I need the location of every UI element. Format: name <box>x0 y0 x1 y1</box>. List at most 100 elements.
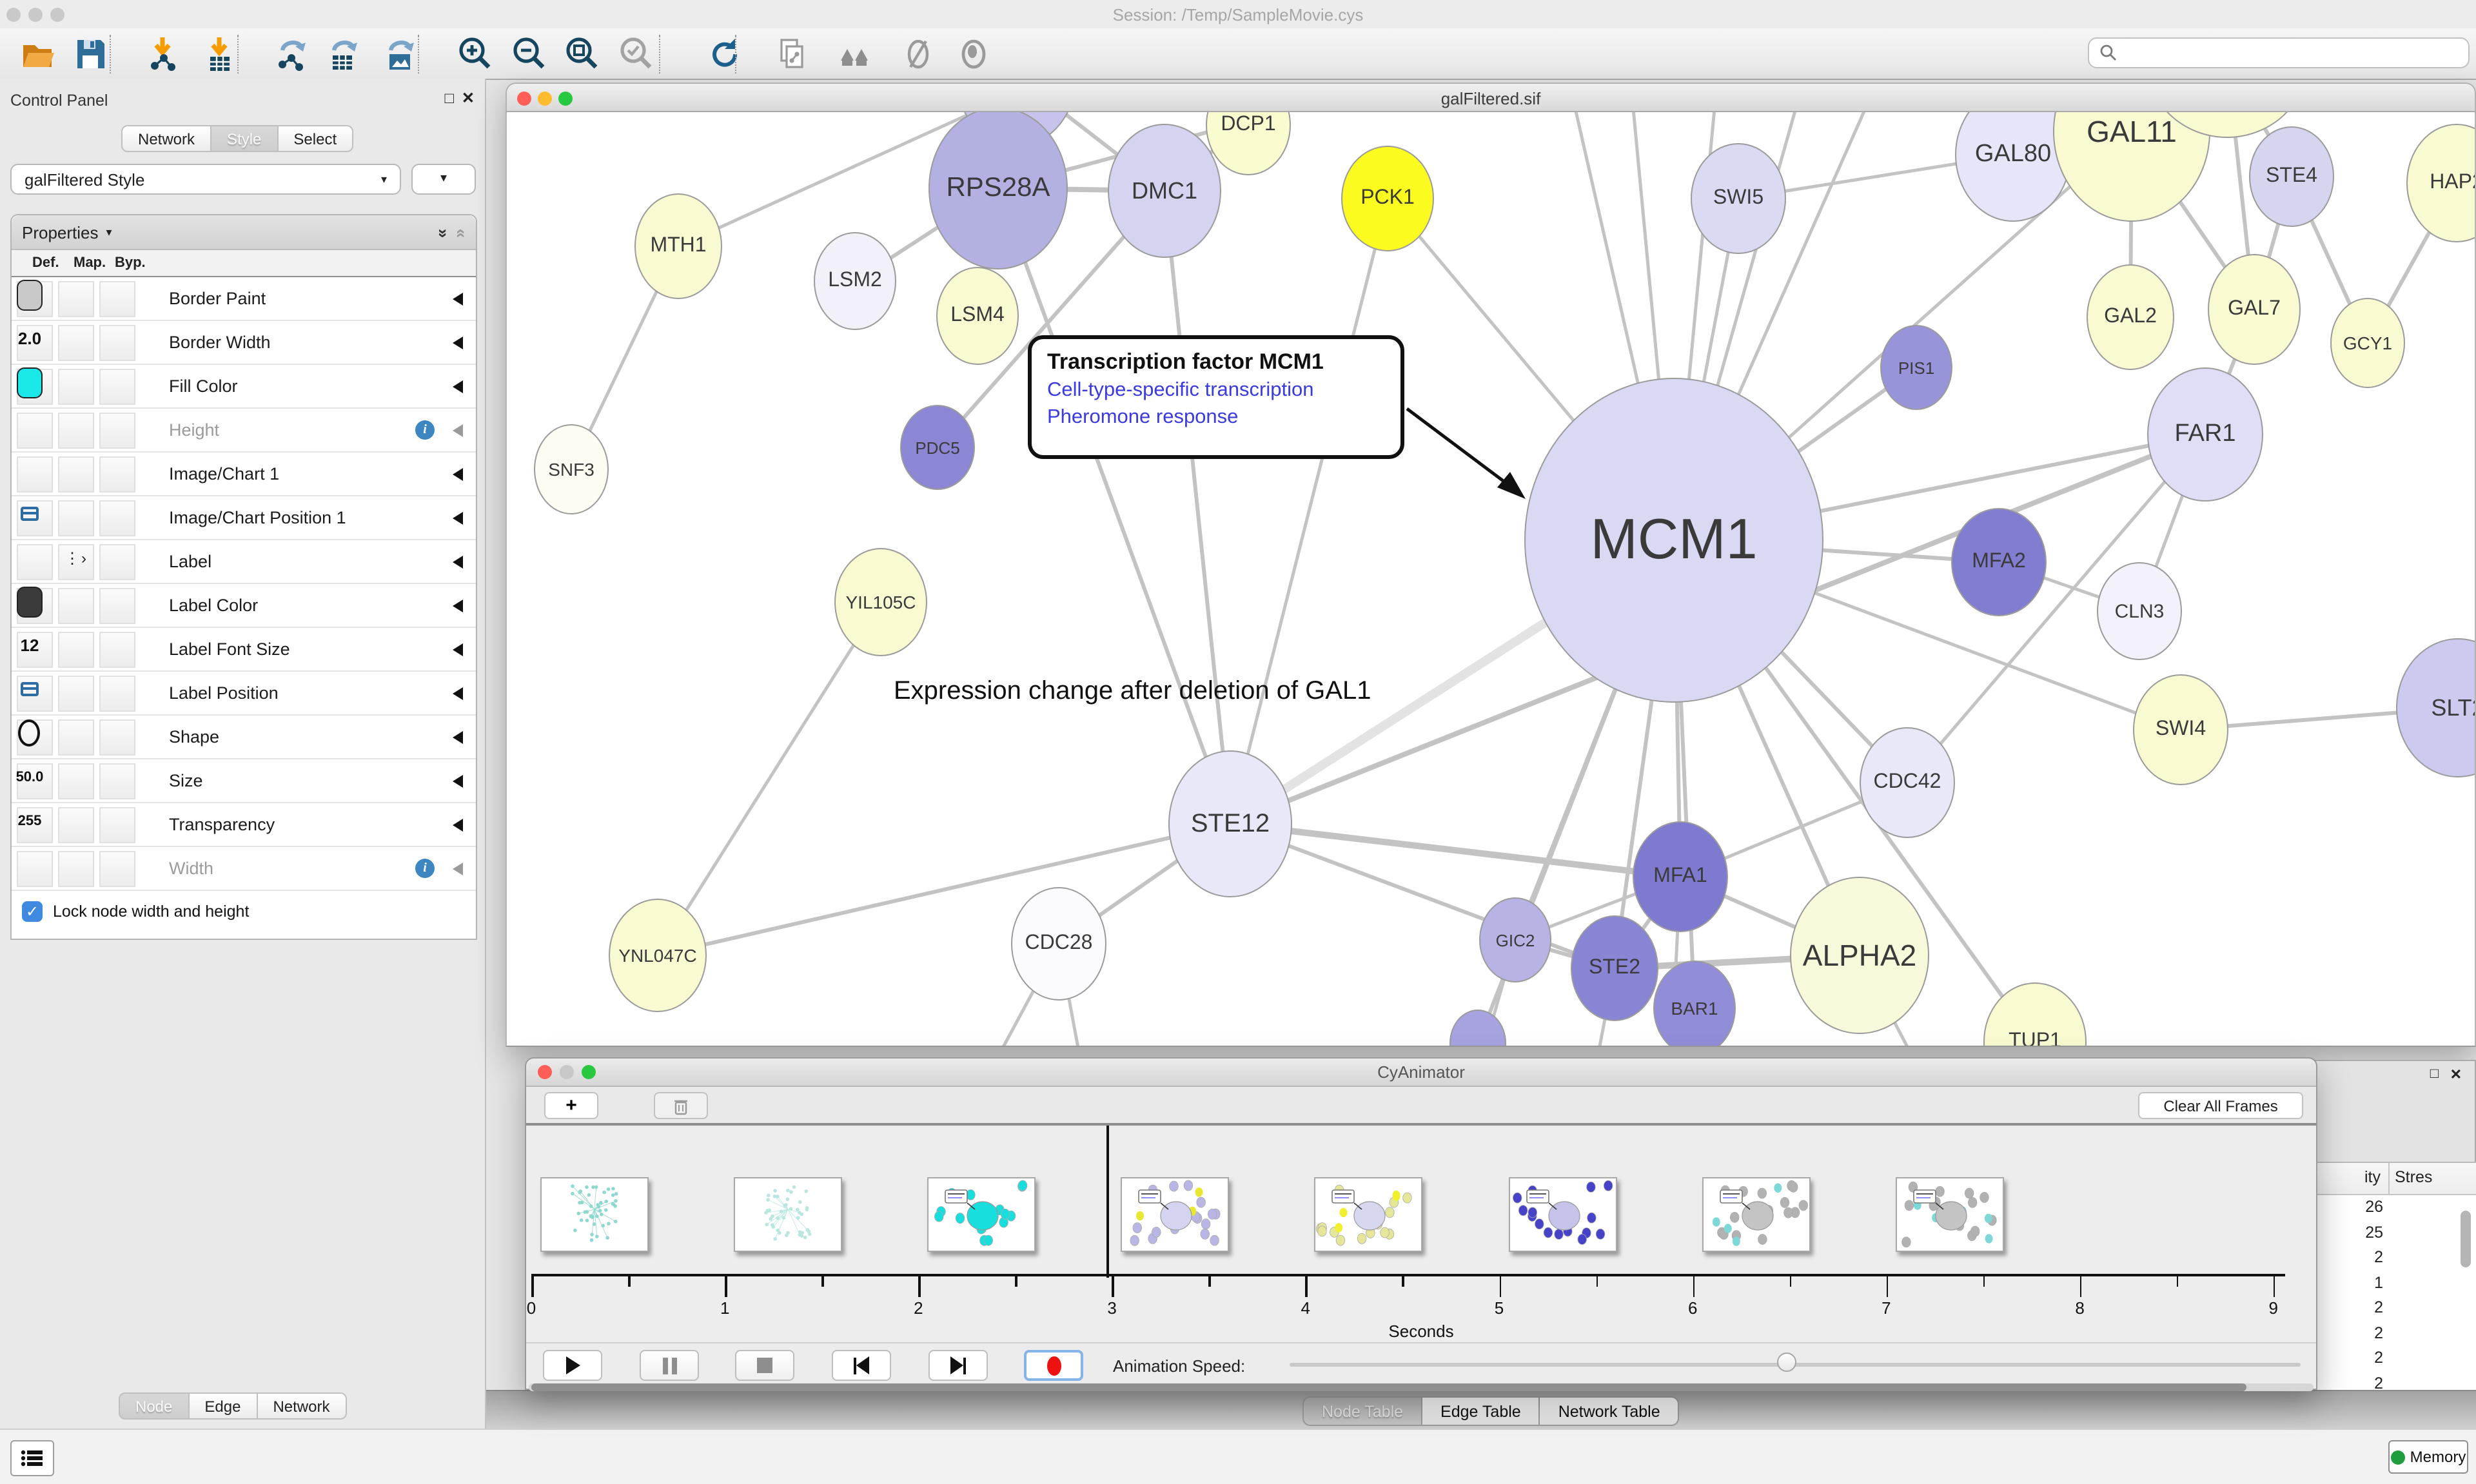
close-panel-icon[interactable]: ✕ <box>2450 1066 2462 1083</box>
table-cell[interactable]: 2 <box>2374 1374 2383 1390</box>
property-row-fill-color[interactable]: Fill Color <box>12 365 476 409</box>
expand-row-icon[interactable] <box>453 424 463 437</box>
timeline-playhead[interactable] <box>1106 1126 1108 1278</box>
save-session-icon[interactable] <box>68 32 112 76</box>
network-edge[interactable] <box>658 824 1230 955</box>
property-cell[interactable] <box>58 851 94 887</box>
delete-frame-button[interactable] <box>654 1092 708 1119</box>
network-node-snf3[interactable]: SNF3 <box>534 424 609 514</box>
first-frame-button[interactable] <box>832 1350 891 1381</box>
default-value-swatch[interactable] <box>17 367 43 398</box>
table-cell[interactable]: 1 <box>2374 1273 2383 1291</box>
column-header[interactable]: ity <box>2364 1168 2381 1186</box>
position-icon[interactable] <box>21 507 39 521</box>
property-row-height[interactable]: Heighti <box>12 409 476 453</box>
network-node-gic2[interactable]: GIC2 <box>1479 897 1551 982</box>
export-network-icon[interactable] <box>270 32 313 76</box>
ellipse-shape-icon[interactable] <box>18 719 40 747</box>
frame-thumbnail-4[interactable] <box>1315 1177 1423 1252</box>
table-cell[interactable]: 25 <box>2365 1223 2383 1241</box>
info-icon[interactable]: i <box>415 420 435 440</box>
tab-network[interactable]: Network <box>121 125 211 152</box>
frame-thumbnail-1[interactable] <box>734 1177 842 1252</box>
frame-thumbnail-6[interactable] <box>1702 1177 1810 1252</box>
expand-row-icon[interactable] <box>453 600 463 612</box>
table-scrollbar[interactable] <box>2461 1211 2471 1267</box>
tab-style[interactable]: Style <box>211 125 278 152</box>
property-row-transparency[interactable]: 255Transparency <box>12 803 476 847</box>
tab-node[interactable]: Node <box>119 1392 189 1420</box>
expand-row-icon[interactable] <box>453 775 463 788</box>
tab-edge-table[interactable]: Edge Table <box>1422 1396 1540 1426</box>
record-button[interactable] <box>1024 1350 1083 1381</box>
import-network-icon[interactable] <box>141 32 184 76</box>
hide-selected-icon[interactable] <box>896 32 940 76</box>
expand-row-icon[interactable] <box>453 731 463 744</box>
expand-row-icon[interactable] <box>453 337 463 349</box>
property-row-label-font-size[interactable]: 12Label Font Size <box>12 628 476 672</box>
property-cell[interactable] <box>17 851 53 887</box>
property-cell[interactable] <box>99 632 135 668</box>
network-node-swi5[interactable]: SWI5 <box>1691 143 1786 254</box>
annotation-link[interactable]: Pheromone response <box>1047 406 1385 429</box>
memory-button[interactable]: Memory <box>2388 1440 2468 1474</box>
show-all-icon[interactable] <box>952 32 996 76</box>
property-cell[interactable] <box>58 719 94 756</box>
property-row-label-position[interactable]: Label Position <box>12 672 476 716</box>
property-cell[interactable] <box>58 632 94 668</box>
property-row-size[interactable]: 50.0Size <box>12 759 476 803</box>
property-cell[interactable] <box>99 281 135 317</box>
zoom-out-icon[interactable] <box>507 32 551 76</box>
first-neighbors-icon[interactable] <box>833 32 877 76</box>
property-cell[interactable] <box>99 719 135 756</box>
collapse-all-icon[interactable]: « <box>452 228 471 236</box>
table-cell[interactable]: 2 <box>2374 1298 2383 1316</box>
network-node-mfa1[interactable]: MFA1 <box>1633 821 1728 932</box>
animation-speed-thumb[interactable] <box>1777 1352 1796 1372</box>
table-cell[interactable]: 2 <box>2374 1248 2383 1266</box>
expand-row-icon[interactable] <box>453 819 463 832</box>
default-value-text[interactable]: 2.0 <box>12 329 48 348</box>
play-button[interactable] <box>543 1350 602 1381</box>
annotation-link[interactable]: Cell-type-specific transcription <box>1047 379 1385 402</box>
refresh-icon[interactable] <box>702 32 745 76</box>
export-image-icon[interactable] <box>378 32 422 76</box>
property-cell[interactable] <box>58 281 94 317</box>
zoom-in-icon[interactable] <box>453 32 496 76</box>
frame-thumbnail-2[interactable] <box>927 1177 1036 1252</box>
property-cell[interactable] <box>99 456 135 493</box>
default-value-text[interactable]: 12 <box>12 636 48 655</box>
timeline-scrollbar[interactable] <box>529 1383 2314 1391</box>
add-frame-button[interactable]: + <box>544 1092 598 1119</box>
table-cell[interactable]: 2 <box>2374 1349 2383 1367</box>
export-table-icon[interactable] <box>321 32 365 76</box>
property-cell[interactable] <box>99 676 135 712</box>
clear-all-frames-button[interactable]: Clear All Frames <box>2138 1092 2303 1119</box>
property-cell[interactable] <box>99 544 135 580</box>
open-session-icon[interactable] <box>15 32 59 76</box>
property-row-shape[interactable]: Shape <box>12 716 476 759</box>
network-node-far1[interactable]: FAR1 <box>2147 367 2263 502</box>
property-cell[interactable] <box>58 325 94 361</box>
zoom-selected-icon[interactable] <box>614 32 658 76</box>
mapping-icon[interactable]: ⋮› <box>58 549 94 567</box>
frame-thumbnail-5[interactable] <box>1508 1177 1616 1252</box>
expand-row-icon[interactable] <box>453 643 463 656</box>
style-options-button[interactable]: ▾ <box>411 164 476 195</box>
property-cell[interactable] <box>58 413 94 449</box>
float-panel-icon[interactable]: □ <box>2430 1066 2439 1082</box>
property-row-label[interactable]: ⋮›Label <box>12 540 476 584</box>
network-node-gal7[interactable]: GAL7 <box>2208 254 2301 365</box>
expand-row-icon[interactable] <box>453 380 463 393</box>
search-field[interactable] <box>2088 37 2470 68</box>
network-node-cdc28[interactable]: CDC28 <box>1011 887 1106 1001</box>
property-cell[interactable] <box>58 763 94 799</box>
clone-network-icon[interactable] <box>770 32 814 76</box>
frame-thumbnail-7[interactable] <box>1895 1177 2003 1252</box>
network-node-pck1[interactable]: PCK1 <box>1341 146 1434 251</box>
network-node-ynl047c[interactable]: YNL047C <box>609 899 707 1012</box>
timeline-scrollbar-thumb[interactable] <box>531 1383 2246 1391</box>
properties-header[interactable]: Properties ▾ » « <box>12 215 476 250</box>
last-frame-button[interactable] <box>928 1350 988 1381</box>
network-node-yil105c[interactable]: YIL105C <box>834 548 927 656</box>
